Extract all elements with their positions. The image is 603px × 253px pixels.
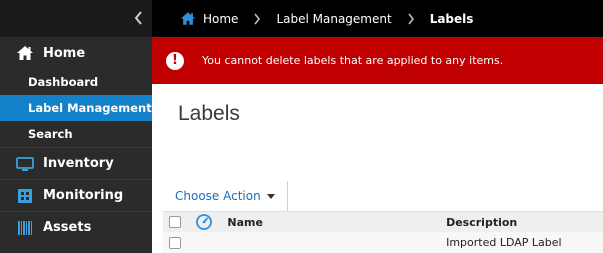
choose-action-label: Choose Action (175, 189, 261, 203)
sidebar-subitem-label-management[interactable]: Label Management (0, 95, 152, 121)
home-icon (180, 12, 196, 25)
home-icon (16, 44, 36, 62)
app-window: Home Dashboard Label Management Search I… (0, 0, 603, 253)
breadcrumb-label-management[interactable]: Label Management (238, 11, 392, 26)
sidebar: Home Dashboard Label Management Search I… (0, 0, 152, 253)
chevron-right-icon (254, 13, 261, 24)
sidebar-item-label: Inventory (43, 156, 114, 171)
sidebar-item-home[interactable]: Home (0, 37, 152, 69)
breadcrumb: Home Label Management Labels (152, 0, 603, 37)
table-toolbar: Choose Action (163, 181, 603, 211)
breadcrumb-label-management-label: Label Management (276, 11, 392, 26)
table-header: Name Description (163, 211, 603, 232)
breadcrumb-home[interactable]: Home (180, 11, 238, 26)
monitor-icon (16, 155, 36, 173)
sidebar-subitem-label: Search (28, 127, 73, 141)
sidebar-item-label: Assets (43, 220, 92, 235)
column-header-name[interactable]: Name (227, 216, 446, 229)
breadcrumb-labels: Labels (392, 11, 474, 26)
column-header-description[interactable]: Description (446, 216, 603, 229)
row-checkbox[interactable] (169, 236, 181, 249)
sidebar-subitem-dashboard[interactable]: Dashboard (0, 69, 152, 95)
sidebar-item-home-label: Home (43, 45, 86, 61)
breadcrumb-current-label: Labels (429, 11, 474, 26)
sidebar-subitem-label: Dashboard (28, 75, 99, 89)
select-all-checkbox[interactable] (169, 216, 181, 228)
error-message: You cannot delete labels that are applie… (202, 54, 504, 67)
sidebar-item-assets[interactable]: Assets (0, 212, 152, 243)
sidebar-item-monitoring[interactable]: Monitoring (0, 180, 152, 211)
choose-action-dropdown[interactable]: Choose Action (163, 181, 288, 211)
error-alert: ! You cannot delete labels that are appl… (152, 37, 603, 84)
gauge-icon[interactable] (195, 213, 217, 231)
sidebar-item-inventory[interactable]: Inventory (0, 148, 152, 179)
sidebar-item-label: Monitoring (43, 188, 124, 203)
collapse-sidebar-button[interactable] (132, 11, 146, 27)
table-row[interactable]: Imported LDAP Label (163, 232, 603, 253)
error-icon: ! (166, 51, 184, 70)
sidebar-subitem-label: Label Management (28, 101, 152, 115)
main-content: Labels Choose Action Name Description Im… (152, 84, 603, 253)
page-title: Labels (178, 102, 240, 125)
chevron-right-icon (408, 13, 414, 24)
barcode-icon (16, 219, 36, 237)
breadcrumb-home-label: Home (203, 11, 239, 26)
sidebar-header (0, 0, 152, 37)
chevron-left-icon (134, 11, 142, 25)
grid-icon (16, 187, 36, 205)
caret-down-icon (266, 193, 275, 199)
sidebar-subitem-search[interactable]: Search (0, 121, 152, 147)
row-description: Imported LDAP Label (446, 236, 562, 249)
labels-table: Name Description Imported LDAP Label (163, 211, 603, 253)
